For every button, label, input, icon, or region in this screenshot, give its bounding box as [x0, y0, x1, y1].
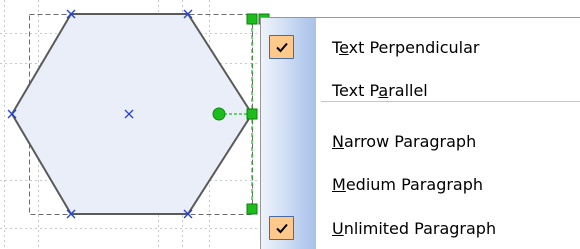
menu-item-label: Medium Paragraph — [332, 175, 484, 194]
menu-separator — [321, 101, 580, 102]
menu-item-label: Text Perpendicular — [332, 38, 480, 57]
menu-item-narrow-paragraph[interactable]: Narrow Paragraph — [261, 124, 580, 158]
menu-item-unlimited-paragraph[interactable]: Unlimited Paragraph — [261, 211, 580, 245]
menu-item-medium-paragraph[interactable]: Medium Paragraph — [261, 167, 580, 201]
selection-handle-icon[interactable] — [246, 203, 258, 215]
selection-handle-icon[interactable] — [246, 108, 258, 120]
menu-item-label: Unlimited Paragraph — [332, 219, 497, 238]
checkmark-icon — [269, 35, 294, 59]
checkmark-icon — [269, 216, 294, 240]
menu-item-label: Text Parallel — [332, 81, 428, 100]
rotation-handle-icon[interactable] — [212, 107, 226, 121]
menu-item-label: Narrow Paragraph — [332, 132, 477, 151]
menu-item-text-perpendicular[interactable]: Text Perpendicular — [261, 30, 580, 64]
selection-handle-icon[interactable] — [246, 13, 258, 25]
context-menu: Text Perpendicular Text Parallel Narrow … — [260, 17, 580, 249]
